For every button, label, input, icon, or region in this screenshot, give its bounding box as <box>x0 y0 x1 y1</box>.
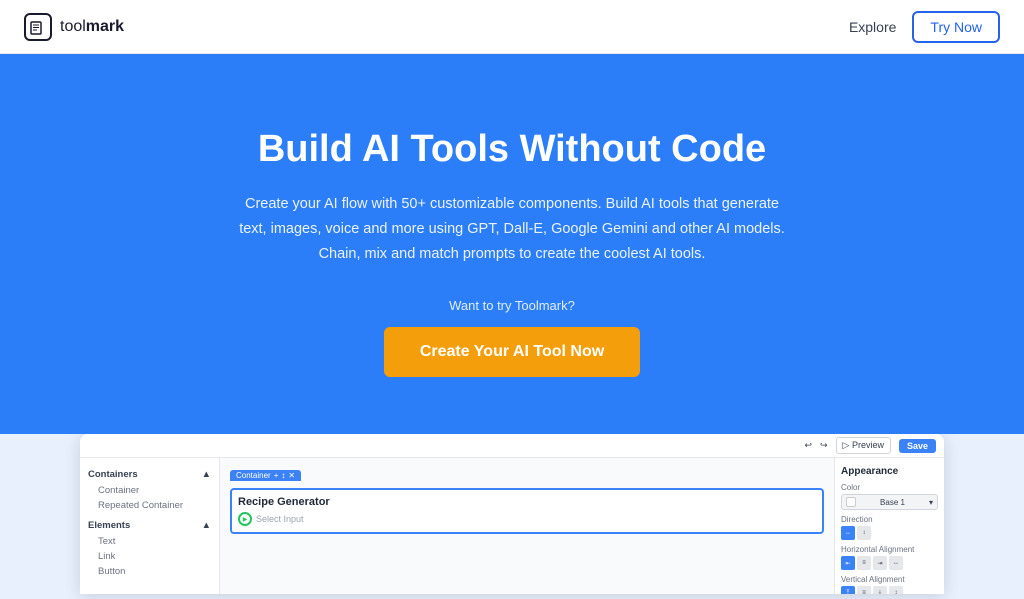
sidebar-item-button[interactable]: Button <box>80 564 219 579</box>
align-center-btn[interactable]: ≡ <box>857 556 871 570</box>
align-stretch-btn[interactable]: ↔ <box>889 556 903 570</box>
navbar: toolmark Explore Try Now <box>0 0 1024 54</box>
redo-button[interactable]: ↪ <box>820 440 828 451</box>
valign-top-btn[interactable]: ⤒ <box>841 586 855 594</box>
explore-link[interactable]: Explore <box>849 19 896 35</box>
valign-stretch-btn[interactable]: ↕ <box>889 586 903 594</box>
select-input-placeholder[interactable]: Select Input <box>256 514 304 524</box>
valign-bottom-btn[interactable]: ⤓ <box>873 586 887 594</box>
color-swatch <box>846 497 856 507</box>
preview-sidebar: Containers ▲ Container Repeated Containe… <box>80 458 220 594</box>
preview-button[interactable]: ▷ Preview <box>836 437 891 454</box>
nav-actions: Explore Try Now <box>849 11 1000 43</box>
valign-mid-btn[interactable]: ≡ <box>857 586 871 594</box>
logo: toolmark <box>24 13 124 41</box>
align-right-btn[interactable]: ⇥ <box>873 556 887 570</box>
container-toolbar: Container +↕✕ <box>230 470 301 481</box>
color-prop: Color Base 1 ▾ <box>841 483 938 510</box>
sidebar-item-repeated-container[interactable]: Repeated Container <box>80 498 219 513</box>
logo-icon <box>24 13 52 41</box>
direction-h-btn[interactable]: ↔ <box>841 526 855 540</box>
direction-prop: Direction ↔ ↕ <box>841 515 938 540</box>
save-button[interactable]: Save <box>899 439 936 453</box>
v-align-prop: Vertical Alignment ⤒ ≡ ⤓ ↕ <box>841 575 938 594</box>
try-now-button[interactable]: Try Now <box>912 11 1000 43</box>
recipe-generator-label: Recipe Generator <box>238 496 816 508</box>
logo-text: toolmark <box>60 18 124 36</box>
hero-subtitle: Create your AI flow with 50+ customizabl… <box>232 192 792 266</box>
sidebar-elements-header: Elements ▲ <box>80 517 219 534</box>
hero-title: Build AI Tools Without Code <box>258 127 766 173</box>
properties-title: Appearance <box>841 466 938 477</box>
properties-panel: Appearance Color Base 1 ▾ Direction ↔ ↕ <box>834 458 944 594</box>
preview-section: ↩ ↪ ▷ Preview Save Containers ▲ Containe… <box>0 434 1024 599</box>
preview-body: Containers ▲ Container Repeated Containe… <box>80 458 944 594</box>
h-align-prop: Horizontal Alignment ⇤ ≡ ⇥ ↔ <box>841 545 938 570</box>
sidebar-item-link[interactable]: Link <box>80 549 219 564</box>
canvas-container: Recipe Generator ▶ Select Input <box>230 488 824 534</box>
undo-button[interactable]: ↩ <box>804 440 812 451</box>
preview-topbar: ↩ ↪ ▷ Preview Save <box>80 434 944 458</box>
align-left-btn[interactable]: ⇤ <box>841 556 855 570</box>
cta-question: Want to try Toolmark? <box>449 298 575 313</box>
preview-window: ↩ ↪ ▷ Preview Save Containers ▲ Containe… <box>80 434 944 594</box>
sidebar-containers-header: Containers ▲ <box>80 466 219 483</box>
hero-section: Build AI Tools Without Code Create your … <box>0 54 1024 434</box>
input-row: ▶ Select Input <box>238 512 816 526</box>
cursor-icon: ▶ <box>238 512 252 526</box>
direction-v-btn[interactable]: ↕ <box>857 526 871 540</box>
preview-canvas: Container +↕✕ Recipe Generator ▶ Select … <box>220 458 834 594</box>
sidebar-item-text[interactable]: Text <box>80 534 219 549</box>
sidebar-item-container[interactable]: Container <box>80 483 219 498</box>
create-tool-button[interactable]: Create Your AI Tool Now <box>384 327 640 377</box>
